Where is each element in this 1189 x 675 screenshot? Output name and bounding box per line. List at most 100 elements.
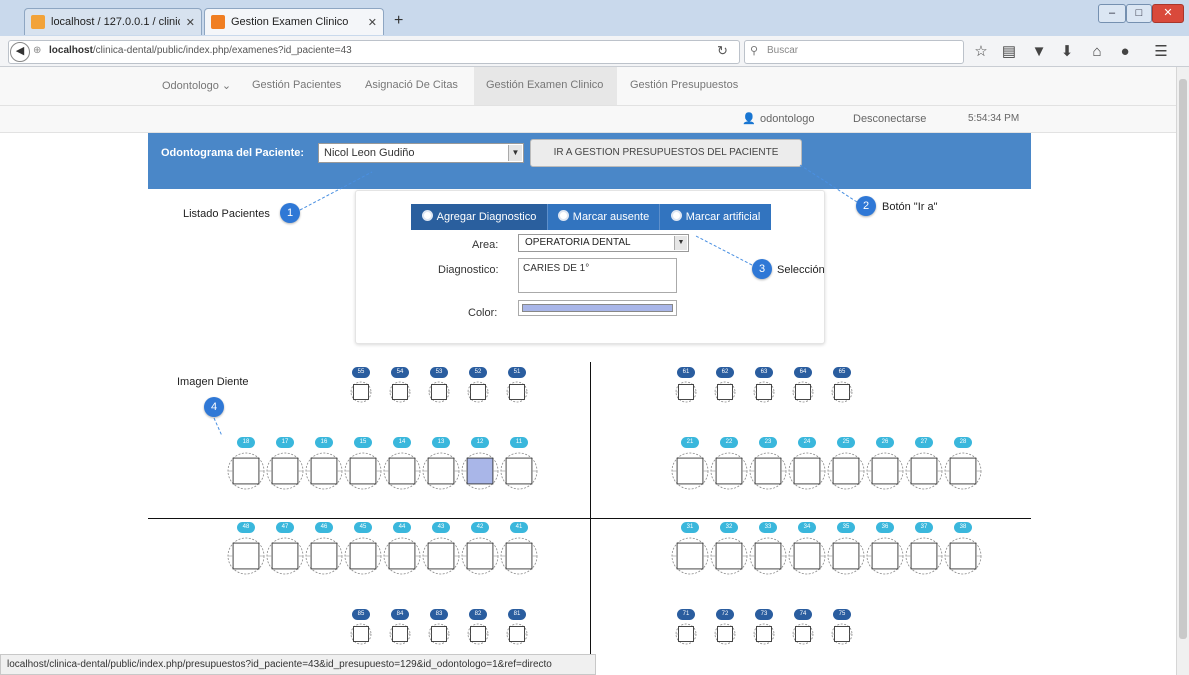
tooth-number-65: 65: [833, 367, 851, 378]
tooth-36[interactable]: [866, 537, 904, 578]
tooth-number-44: 44: [393, 522, 411, 533]
tooth-number-17: 17: [276, 437, 294, 448]
tooth-23[interactable]: [749, 452, 787, 493]
tooth-11[interactable]: [500, 452, 538, 493]
tooth-14[interactable]: [383, 452, 421, 493]
tooth-12[interactable]: [461, 452, 499, 493]
tooth-54[interactable]: [389, 381, 411, 406]
tooth-number-71: 71: [677, 609, 695, 620]
tooth-number-75: 75: [833, 609, 851, 620]
tooth-number-11: 11: [510, 437, 528, 448]
tooth-25[interactable]: [827, 452, 865, 493]
tooth-83[interactable]: [428, 623, 450, 648]
tooth-number-41: 41: [510, 522, 528, 533]
tooth-35[interactable]: [827, 537, 865, 578]
tooth-number-23: 23: [759, 437, 777, 448]
tooth-84[interactable]: [389, 623, 411, 648]
tooth-64[interactable]: [792, 381, 814, 406]
tooth-number-85: 85: [352, 609, 370, 620]
tooth-number-48: 48: [237, 522, 255, 533]
tooth-28[interactable]: [944, 452, 982, 493]
tooth-number-83: 83: [430, 609, 448, 620]
back-button[interactable]: ◀: [10, 42, 30, 62]
tooth-number-18: 18: [237, 437, 255, 448]
tooth-51[interactable]: [506, 381, 528, 406]
tooth-46[interactable]: [305, 537, 343, 578]
tooth-26[interactable]: [866, 452, 904, 493]
tooth-17[interactable]: [266, 452, 304, 493]
tooth-38[interactable]: [944, 537, 982, 578]
tooth-52[interactable]: [467, 381, 489, 406]
tooth-75[interactable]: [831, 623, 853, 648]
tooth-63[interactable]: [753, 381, 775, 406]
tooth-number-84: 84: [391, 609, 409, 620]
tooth-number-54: 54: [391, 367, 409, 378]
tooth-47[interactable]: [266, 537, 304, 578]
tooth-number-12: 12: [471, 437, 489, 448]
tooth-71[interactable]: [675, 623, 697, 648]
tooth-43[interactable]: [422, 537, 460, 578]
tooth-number-36: 36: [876, 522, 894, 533]
tooth-number-62: 62: [716, 367, 734, 378]
tooth-18[interactable]: [227, 452, 265, 493]
odontogram: 55 54 53 52 51 61 62 63 64 65 18 17 16 1…: [0, 0, 1189, 675]
tooth-44[interactable]: [383, 537, 421, 578]
tooth-number-27: 27: [915, 437, 933, 448]
tooth-85[interactable]: [350, 623, 372, 648]
tooth-number-35: 35: [837, 522, 855, 533]
tooth-number-64: 64: [794, 367, 812, 378]
tooth-27[interactable]: [905, 452, 943, 493]
tooth-65[interactable]: [831, 381, 853, 406]
tooth-number-47: 47: [276, 522, 294, 533]
tooth-72[interactable]: [714, 623, 736, 648]
status-bar: localhost/clinica-dental/public/index.ph…: [0, 654, 596, 675]
tooth-31[interactable]: [671, 537, 709, 578]
tooth-number-55: 55: [352, 367, 370, 378]
tooth-number-22: 22: [720, 437, 738, 448]
tooth-62[interactable]: [714, 381, 736, 406]
tooth-15[interactable]: [344, 452, 382, 493]
tooth-73[interactable]: [753, 623, 775, 648]
tooth-number-26: 26: [876, 437, 894, 448]
tooth-48[interactable]: [227, 537, 265, 578]
tooth-81[interactable]: [506, 623, 528, 648]
scrollbar-thumb[interactable]: [1179, 79, 1187, 639]
tooth-22[interactable]: [710, 452, 748, 493]
tooth-number-16: 16: [315, 437, 333, 448]
tooth-number-24: 24: [798, 437, 816, 448]
tooth-16[interactable]: [305, 452, 343, 493]
tooth-42[interactable]: [461, 537, 499, 578]
tooth-number-61: 61: [677, 367, 695, 378]
tooth-82[interactable]: [467, 623, 489, 648]
tooth-number-53: 53: [430, 367, 448, 378]
tooth-number-46: 46: [315, 522, 333, 533]
tooth-number-82: 82: [469, 609, 487, 620]
tooth-13[interactable]: [422, 452, 460, 493]
tooth-61[interactable]: [675, 381, 697, 406]
tooth-number-31: 31: [681, 522, 699, 533]
tooth-number-43: 43: [432, 522, 450, 533]
tooth-number-74: 74: [794, 609, 812, 620]
tooth-37[interactable]: [905, 537, 943, 578]
tooth-32[interactable]: [710, 537, 748, 578]
vertical-scrollbar[interactable]: [1176, 67, 1189, 675]
tooth-number-72: 72: [716, 609, 734, 620]
tooth-number-73: 73: [755, 609, 773, 620]
tooth-21[interactable]: [671, 452, 709, 493]
tooth-number-25: 25: [837, 437, 855, 448]
tooth-74[interactable]: [792, 623, 814, 648]
tooth-number-15: 15: [354, 437, 372, 448]
tooth-34[interactable]: [788, 537, 826, 578]
tooth-number-63: 63: [755, 367, 773, 378]
tooth-33[interactable]: [749, 537, 787, 578]
tooth-45[interactable]: [344, 537, 382, 578]
tooth-53[interactable]: [428, 381, 450, 406]
tooth-number-21: 21: [681, 437, 699, 448]
tooth-number-51: 51: [508, 367, 526, 378]
tooth-55[interactable]: [350, 381, 372, 406]
tooth-24[interactable]: [788, 452, 826, 493]
tooth-number-14: 14: [393, 437, 411, 448]
tooth-number-32: 32: [720, 522, 738, 533]
tooth-41[interactable]: [500, 537, 538, 578]
tooth-number-81: 81: [508, 609, 526, 620]
